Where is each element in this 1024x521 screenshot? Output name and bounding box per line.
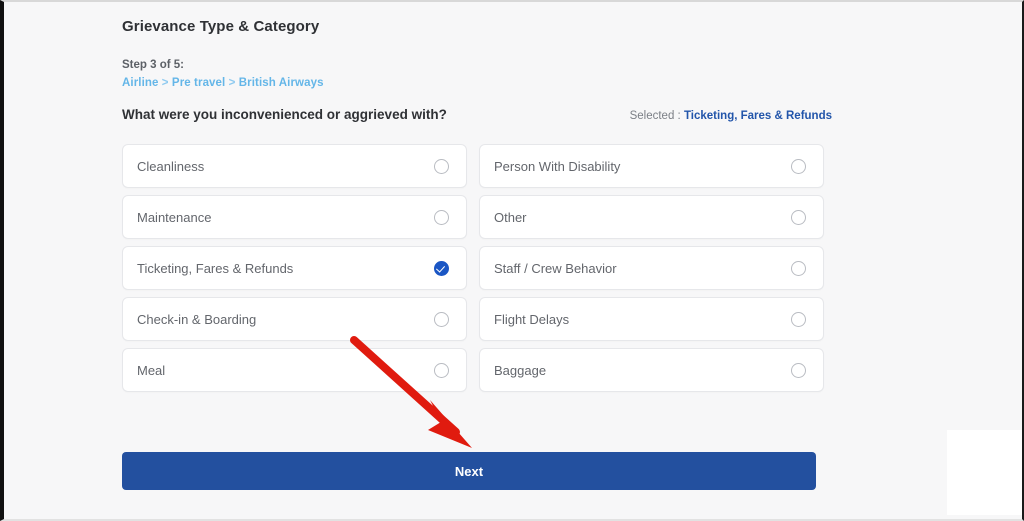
overlay-white-panel bbox=[947, 430, 1022, 515]
app-screen: Grievance Type & Category Step 3 of 5: A… bbox=[0, 0, 1024, 521]
option-check-in-boarding[interactable]: Check-in & Boarding bbox=[122, 297, 467, 341]
option-label: Other bbox=[494, 209, 527, 225]
option-meal[interactable]: Meal bbox=[122, 348, 467, 392]
selected-label: Selected : bbox=[629, 110, 681, 122]
option-label: Ticketing, Fares & Refunds bbox=[137, 260, 294, 276]
option-baggage[interactable]: Baggage bbox=[479, 348, 824, 392]
form-content: Grievance Type & Category Step 3 of 5: A… bbox=[122, 2, 832, 490]
option-label: Cleanliness bbox=[137, 158, 205, 174]
option-maintenance[interactable]: Maintenance bbox=[122, 195, 467, 239]
option-label: Maintenance bbox=[137, 209, 212, 225]
radio-unselected-icon[interactable] bbox=[434, 209, 449, 225]
option-other[interactable]: Other bbox=[479, 195, 824, 239]
option-ticketing-fares-refunds[interactable]: Ticketing, Fares & Refunds bbox=[122, 246, 467, 290]
breadcrumb-item-pre-travel[interactable]: Pre travel bbox=[172, 77, 225, 89]
breadcrumb-separator: > bbox=[161, 77, 169, 89]
radio-unselected-icon[interactable] bbox=[434, 362, 449, 378]
page-title: Grievance Type & Category bbox=[122, 18, 320, 35]
option-label: Meal bbox=[137, 362, 166, 378]
breadcrumb-item-british-airways[interactable]: British Airways bbox=[239, 77, 324, 89]
step-indicator: Step 3 of 5: bbox=[122, 59, 184, 71]
question-text: What were you inconvenienced or aggrieve… bbox=[122, 107, 447, 122]
option-label: Baggage bbox=[494, 362, 547, 378]
option-person-with-disability[interactable]: Person With Disability bbox=[479, 144, 824, 188]
breadcrumb-separator: > bbox=[228, 77, 236, 89]
selected-value: Ticketing, Fares & Refunds bbox=[683, 110, 832, 122]
option-label: Flight Delays bbox=[494, 311, 570, 327]
option-label: Check-in & Boarding bbox=[137, 311, 257, 327]
radio-unselected-icon[interactable] bbox=[791, 260, 806, 276]
radio-unselected-icon[interactable] bbox=[791, 362, 806, 378]
breadcrumb-item-airline[interactable]: Airline bbox=[122, 77, 159, 89]
option-label: Person With Disability bbox=[494, 158, 621, 174]
radio-unselected-icon[interactable] bbox=[791, 158, 806, 174]
options-grid: Cleanliness Person With Disability Maint… bbox=[122, 144, 832, 392]
breadcrumb[interactable]: Airline > Pre travel > British Airways bbox=[122, 77, 832, 89]
radio-unselected-icon[interactable] bbox=[791, 311, 806, 327]
next-button[interactable]: Next bbox=[122, 452, 816, 490]
option-cleanliness[interactable]: Cleanliness bbox=[122, 144, 467, 188]
radio-unselected-icon[interactable] bbox=[434, 311, 449, 327]
selected-summary: Selected : Ticketing, Fares & Refunds bbox=[630, 110, 832, 122]
option-flight-delays[interactable]: Flight Delays bbox=[479, 297, 824, 341]
radio-unselected-icon[interactable] bbox=[791, 209, 806, 225]
radio-unselected-icon[interactable] bbox=[434, 158, 449, 174]
option-label: Staff / Crew Behavior bbox=[494, 260, 617, 276]
radio-selected-check-icon[interactable] bbox=[434, 260, 449, 276]
question-row: What were you inconvenienced or aggrieve… bbox=[122, 107, 832, 122]
option-staff-crew-behavior[interactable]: Staff / Crew Behavior bbox=[479, 246, 824, 290]
